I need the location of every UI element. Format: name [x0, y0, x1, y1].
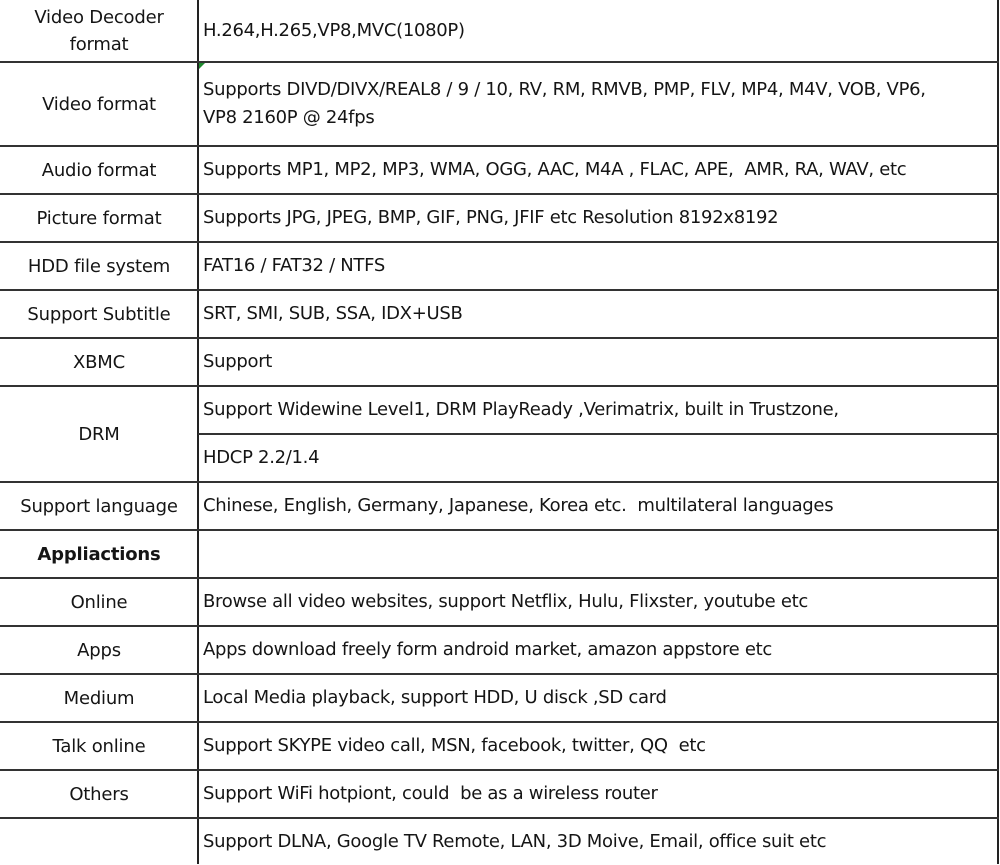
row-value-subtitle: SRT, SMI, SUB, SSA, IDX+USB — [203, 303, 463, 324]
row-value-drm-1: Support Widewine Level1, DRM PlayReady ,… — [203, 399, 839, 420]
row-value-video-decoder: H.264,H.265,VP8,MVC(1080P) — [203, 19, 465, 41]
row-label-picture-format: Picture format — [36, 207, 162, 229]
right-border — [997, 0, 999, 864]
row-label-talk-online: Talk online — [52, 735, 146, 757]
row-label-apps: Apps — [77, 639, 121, 661]
row-value-xbmc: Support — [203, 351, 273, 372]
row-value-medium: Local Media playback, support HDD, U dis… — [203, 687, 667, 708]
row-label-online: Online — [70, 591, 128, 613]
row-label-subtitle: Support Subtitle — [27, 303, 171, 325]
row-label-audio-format: Audio format — [41, 159, 157, 181]
row-label-language: Support language — [20, 495, 178, 517]
row-value-online: Browse all video websites, support Netfl… — [203, 591, 808, 612]
row-label-medium: Medium — [63, 687, 135, 709]
row-value-hdd-file-system: FAT16 / FAT32 / NTFS — [203, 255, 385, 276]
row-label-hdd-file-system: HDD file system — [27, 255, 171, 277]
row-value-drm-2: HDCP 2.2/1.4 — [203, 447, 320, 468]
row-value-applications — [203, 531, 993, 577]
row-value-audio-format: Supports MP1, MP2, MP3, WMA, OGG, AAC, M… — [203, 159, 907, 180]
row-label-xbmc: XBMC — [73, 351, 125, 373]
row-label-video-decoder: Video Decoder format — [34, 6, 164, 55]
row-value-talk-online: Support SKYPE video call, MSN, facebook,… — [203, 735, 706, 756]
row-label-drm: DRM — [78, 423, 120, 445]
row-label-video-format: Video format — [42, 93, 156, 115]
row-value-language: Chinese, English, Germany, Japanese, Kor… — [203, 495, 834, 516]
row-value-others: Support WiFi hotpiont, could be as a wir… — [203, 783, 658, 804]
spec-table: Video Decoder format H.264,H.265,VP8,MVC… — [0, 0, 1000, 864]
row-value-dlna: Support DLNA, Google TV Remote, LAN, 3D … — [203, 831, 827, 852]
row-value-apps: Apps download freely form android market… — [203, 639, 772, 660]
row-value-video-format: Supports DIVD/DIVX/REAL8 / 9 / 10, RV, R… — [203, 79, 926, 128]
section-header-applications: Appliactions — [37, 543, 161, 565]
row-label-others: Others — [69, 783, 129, 805]
row-value-picture-format: Supports JPG, JPEG, BMP, GIF, PNG, JFIF … — [203, 207, 779, 228]
row-label-blank — [0, 819, 198, 865]
